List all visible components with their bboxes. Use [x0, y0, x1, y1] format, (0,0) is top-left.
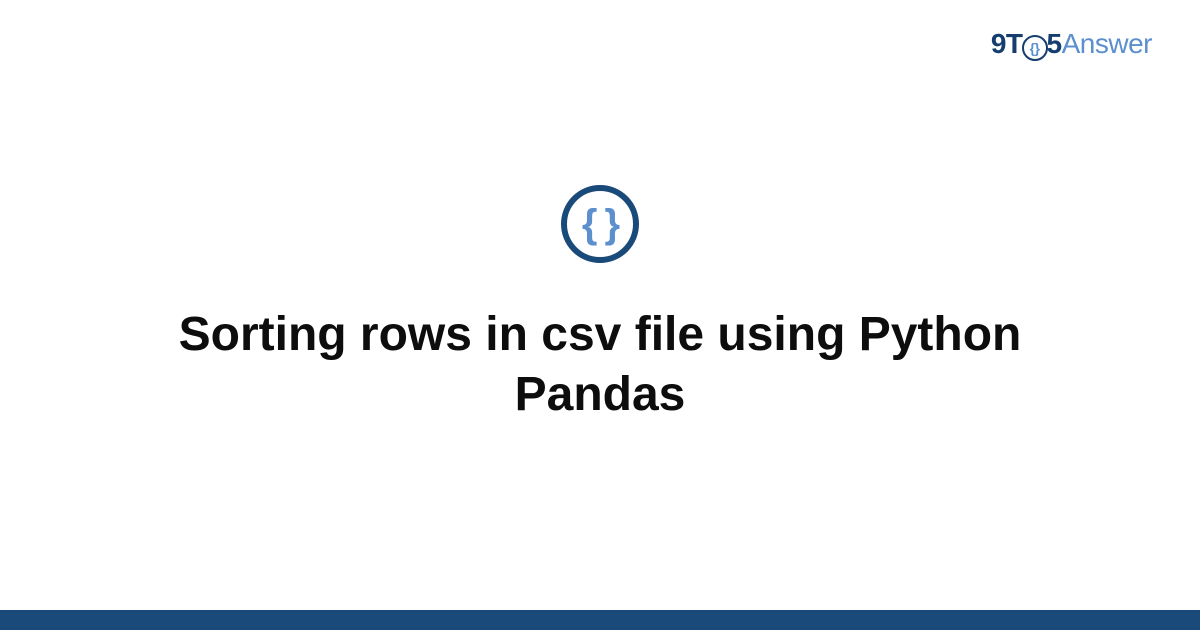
- code-badge-icon: { }: [561, 185, 639, 263]
- footer-bar: [0, 610, 1200, 630]
- page-title: Sorting rows in csv file using Python Pa…: [150, 305, 1050, 425]
- braces-icon: { }: [582, 202, 618, 247]
- main-content: { } Sorting rows in csv file using Pytho…: [0, 0, 1200, 610]
